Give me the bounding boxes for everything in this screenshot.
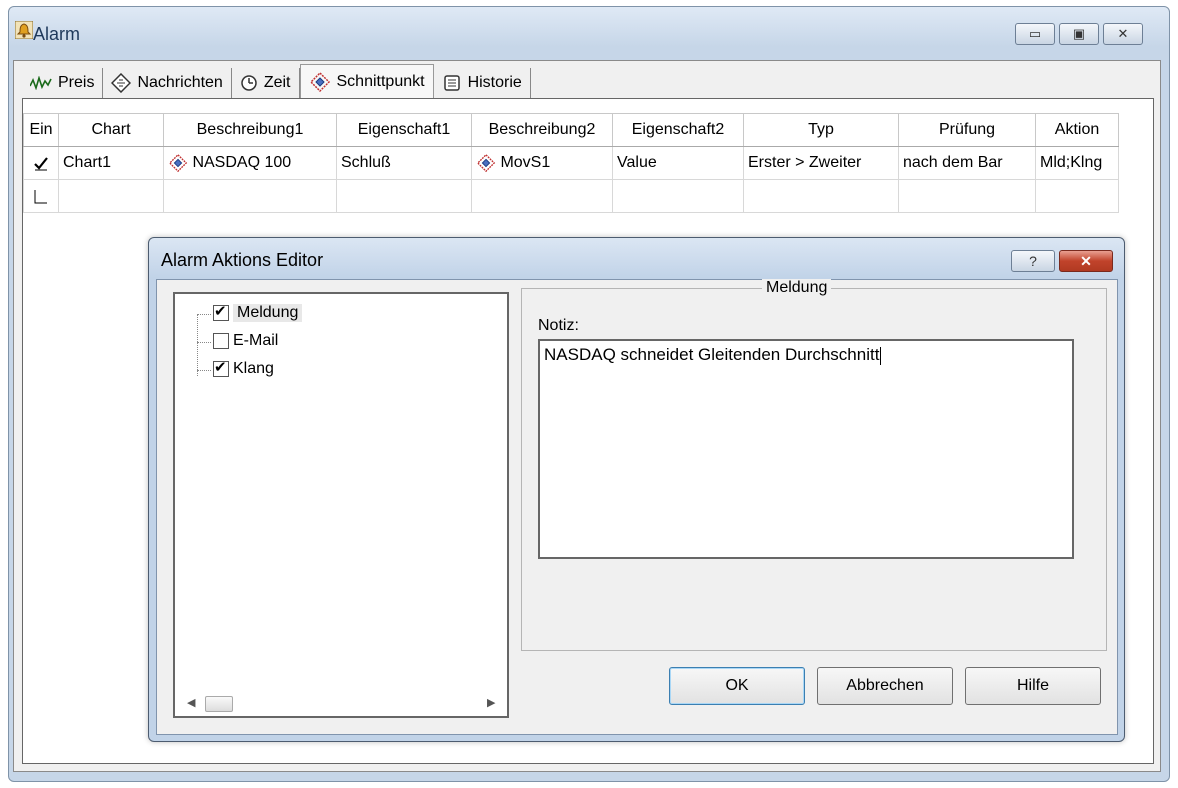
eigenschaft1-cell[interactable]: [336, 179, 472, 213]
tree-connector: [197, 370, 211, 371]
ok-button[interactable]: OK: [669, 667, 805, 705]
typ-cell[interactable]: [743, 179, 899, 213]
dialog-title: Alarm Aktions Editor: [161, 250, 324, 270]
cell-text: MovS1: [500, 154, 551, 172]
pruefung-cell[interactable]: nach dem Bar: [898, 146, 1036, 180]
close-button[interactable]: ✕: [1103, 23, 1143, 45]
table-row[interactable]: Chart1 NASDAQ 100 Schluß MovS1 Value Ers…: [23, 146, 1119, 180]
tree-connector: [197, 314, 211, 315]
alarm-table: Ein Chart Beschreibung1 Eigenschaft1 Bes…: [23, 113, 1119, 213]
tab-label: Historie: [467, 74, 522, 91]
eigenschaft2-cell[interactable]: [612, 179, 744, 213]
scroll-icon: [443, 75, 460, 91]
alarm-aktions-editor-dialog: Alarm Aktions Editor ? ✕ Meldung E-Mail …: [148, 237, 1125, 742]
tree-connector: [197, 342, 211, 343]
tree-item-label: Klang: [233, 360, 274, 377]
notiz-text: NASDAQ schneidet Gleitenden Durchschnitt: [544, 345, 880, 364]
eigenschaft1-cell[interactable]: Schluß: [336, 146, 472, 180]
scroll-left-icon[interactable]: ◀: [187, 696, 195, 709]
text-cursor: [880, 346, 882, 365]
tab-schnittpunkt[interactable]: Schnittpunkt: [299, 64, 434, 98]
table-header-row: Ein Chart Beschreibung1 Eigenschaft1 Bes…: [23, 113, 1119, 147]
scroll-thumb[interactable]: [205, 696, 233, 712]
beschreibung2-cell[interactable]: [471, 179, 613, 213]
dialog-client-area: Meldung E-Mail Klang ◀ ▶ Meldung Notiz: …: [156, 279, 1118, 735]
klang-checkbox[interactable]: [213, 358, 229, 377]
pruefung-cell[interactable]: [898, 179, 1036, 213]
chart-cell[interactable]: Chart1: [58, 146, 164, 180]
enabled-cell[interactable]: [23, 179, 59, 213]
tree-item-label: Meldung: [233, 304, 303, 322]
crosshair-icon: [476, 153, 496, 173]
aktion-cell[interactable]: [1035, 179, 1119, 213]
notiz-textarea[interactable]: NASDAQ schneidet Gleitenden Durchschnitt: [538, 339, 1074, 559]
maximize-button[interactable]: ▣: [1059, 23, 1099, 45]
alarm-bell-icon: [15, 21, 33, 39]
column-header-ein[interactable]: Ein: [23, 113, 59, 147]
tab-zeit[interactable]: Zeit: [231, 68, 300, 98]
table-row[interactable]: [23, 179, 1119, 213]
enabled-cell[interactable]: [23, 146, 59, 180]
typ-cell[interactable]: Erster > Zweiter: [743, 146, 899, 180]
tree-item-email[interactable]: E-Mail: [213, 332, 278, 350]
notiz-label: Notiz:: [538, 317, 579, 334]
tree-item-label: E-Mail: [233, 332, 279, 349]
crosshair-icon: [309, 71, 330, 92]
column-header-aktion[interactable]: Aktion: [1035, 113, 1119, 147]
column-header-pruefung[interactable]: Prüfung: [898, 113, 1036, 147]
groupbox-title: Meldung: [762, 279, 832, 297]
chart-cell[interactable]: [58, 179, 164, 213]
meldung-checkbox[interactable]: [213, 302, 229, 321]
meldung-groupbox: Meldung Notiz: NASDAQ schneidet Gleitend…: [521, 279, 1107, 651]
tab-label: Preis: [58, 74, 95, 91]
tab-label: Nachrichten: [137, 74, 223, 91]
cell-text: NASDAQ 100: [192, 154, 292, 172]
tree-horizontal-scrollbar[interactable]: ◀ ▶: [177, 694, 505, 714]
tab-label: Zeit: [263, 74, 291, 91]
beschreibung2-cell[interactable]: MovS1: [471, 146, 613, 180]
column-header-beschreibung2[interactable]: Beschreibung2: [471, 113, 613, 147]
news-diamond-icon: [111, 73, 132, 93]
minimize-icon: ▭: [1028, 26, 1042, 41]
tab-label: Schnittpunkt: [336, 72, 425, 90]
close-icon: ✕: [1117, 26, 1129, 41]
minimize-button[interactable]: ▭: [1015, 23, 1055, 45]
column-header-beschreibung1[interactable]: Beschreibung1: [163, 113, 337, 147]
tab-preis[interactable]: Preis: [22, 68, 104, 98]
clock-icon: [241, 75, 257, 91]
beschreibung1-cell[interactable]: [163, 179, 337, 213]
tree-item-meldung[interactable]: Meldung: [213, 302, 303, 322]
checkmark-icon[interactable]: [33, 155, 49, 171]
close-icon: ✕: [1080, 253, 1092, 269]
tab-strip: Preis Nachrichten Zeit Schnittpunkt Hist…: [22, 64, 531, 98]
cancel-button[interactable]: Abbrechen: [817, 667, 953, 705]
question-icon: ?: [1029, 253, 1037, 269]
action-tree[interactable]: Meldung E-Mail Klang ◀ ▶: [173, 292, 509, 718]
dialog-close-button[interactable]: ✕: [1059, 250, 1113, 272]
help-text-button[interactable]: Hilfe: [965, 667, 1101, 705]
column-header-eigenschaft2[interactable]: Eigenschaft2: [612, 113, 744, 147]
tree-item-klang[interactable]: Klang: [213, 358, 274, 378]
tab-historie[interactable]: Historie: [433, 68, 531, 98]
window-title: Alarm: [33, 24, 81, 44]
crosshair-icon: [168, 153, 188, 173]
email-checkbox[interactable]: [213, 333, 229, 349]
scroll-right-icon[interactable]: ▶: [487, 696, 495, 709]
eigenschaft2-cell[interactable]: Value: [612, 146, 744, 180]
tree-connector: [197, 314, 198, 376]
tab-nachrichten[interactable]: Nachrichten: [103, 68, 232, 98]
aktion-cell[interactable]: Mld;Klng: [1035, 146, 1119, 180]
price-wave-icon: [30, 76, 52, 90]
empty-checkbox-icon[interactable]: [33, 188, 49, 204]
column-header-typ[interactable]: Typ: [743, 113, 899, 147]
maximize-icon: ▣: [1072, 26, 1086, 41]
column-header-eigenschaft1[interactable]: Eigenschaft1: [336, 113, 472, 147]
help-button[interactable]: ?: [1011, 250, 1055, 272]
beschreibung1-cell[interactable]: NASDAQ 100: [163, 146, 337, 180]
column-header-chart[interactable]: Chart: [58, 113, 164, 147]
